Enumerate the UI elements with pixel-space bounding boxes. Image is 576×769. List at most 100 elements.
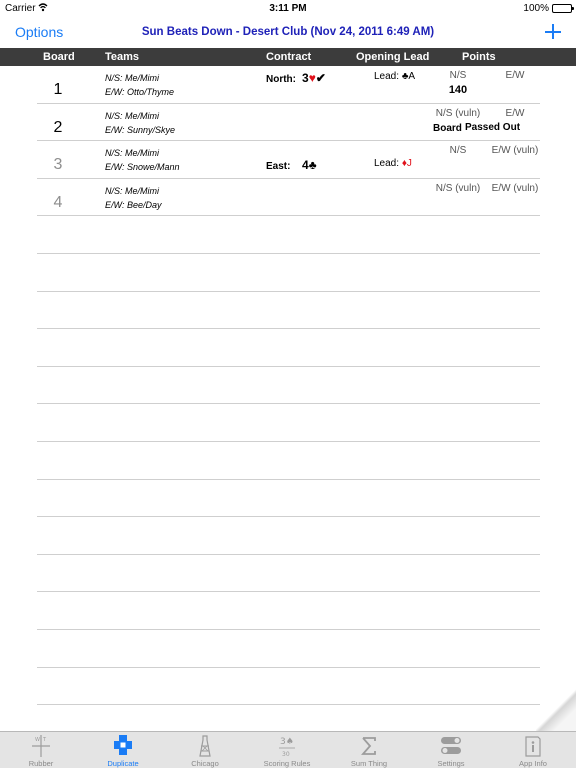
board-number: 3 [51,156,65,174]
teams-cell: N/S: Me/Mimi E/W: Bee/Day [105,184,162,212]
scoring-rules-icon: 3♠ 30 [277,734,297,758]
ns-points: 140 [423,84,493,96]
sigma-icon [359,734,379,758]
contract-level: 3 [302,71,309,85]
rubber-scorepad-icon: W T [31,734,51,758]
svg-text:T: T [42,737,47,743]
plus-icon[interactable] [544,20,562,42]
teams-cell: N/S: Me/Mimi E/W: Sunny/Skye [105,109,175,137]
column-teams: Teams [105,51,139,63]
empty-row [37,329,540,367]
toggle-settings-icon [441,734,461,758]
empty-row [37,668,540,706]
svg-text:W: W [35,737,40,743]
ew-team: E/W: Otto/Thyme [105,85,174,99]
empty-row [37,480,540,518]
tab-scoring-rules[interactable]: 3♠ 30 Scoring Rules [246,732,328,769]
tab-app-info[interactable]: App Info [492,732,574,769]
club-suit-icon: ♣ [309,158,317,172]
checkmark-icon: ✔ [316,71,326,85]
passed-out-note: Passed Out [465,122,545,133]
duplicate-boards-icon [113,734,133,758]
ew-team: E/W: Sunny/Skye [105,123,175,137]
page-curl[interactable] [536,674,576,734]
table-row[interactable]: 2 N/S: Me/Mimi E/W: Sunny/Skye N/S (vuln… [37,104,540,142]
ew-points-header: E/W (vuln) [489,145,541,156]
board-number: 1 [51,81,65,99]
info-icon [523,734,543,758]
table-row[interactable]: 1 N/S: Me/Mimi E/W: Otto/Thyme North:3♥✔… [37,66,540,104]
empty-row [37,254,540,292]
table-row[interactable]: 3 N/S: Me/Mimi E/W: Snowe/Mann East:4♣ L… [37,141,540,179]
status-bar: Carrier 3:11 PM 100% [0,0,576,16]
tab-rubber[interactable]: W T Rubber [0,732,82,769]
lead-label: Lead: [374,158,399,169]
ns-points-header: N/S (vuln) [423,183,493,194]
ew-team: E/W: Snowe/Mann [105,160,180,174]
tab-label: Sum Thing [328,759,410,768]
opening-lead-cell: Lead: ♣A [374,71,415,82]
contract-cell: North:3♥✔ [266,71,326,85]
board-number: 2 [51,119,65,137]
page-title: Sun Beats Down - Desert Club (Nov 24, 20… [0,26,576,38]
board-number: 4 [51,194,65,212]
tab-label: Scoring Rules [246,759,328,768]
lead-card: J [407,158,412,169]
teams-cell: N/S: Me/Mimi E/W: Snowe/Mann [105,146,180,174]
boards-table: 1 N/S: Me/Mimi E/W: Otto/Thyme North:3♥✔… [37,66,540,743]
tab-label: Duplicate [82,759,164,768]
empty-row [37,216,540,254]
contract-cell: East:4♣ [266,158,317,172]
tab-bar: W T Rubber Duplicate Chicago 3♠ 30 S [0,731,576,768]
empty-row [37,292,540,330]
battery-icon [552,4,572,13]
ew-points-header: E/W (vuln) [489,183,541,194]
heart-suit-icon: ♥ [309,71,316,85]
column-header-bar: Board Teams Contract Opening Lead Points [0,48,576,66]
opening-lead-cell: Lead: ♦J [374,158,412,169]
battery-percent: 100% [523,3,549,14]
tab-label: Chicago [164,759,246,768]
empty-row [37,442,540,480]
ns-team: N/S: Me/Mimi [105,184,162,198]
ns-points-header: N/S (vuln) [423,108,493,119]
tab-chicago[interactable]: Chicago [164,732,246,769]
table-row[interactable]: 4 N/S: Me/Mimi E/W: Bee/Day N/S (vuln) E… [37,179,540,217]
ns-points-header: N/S [423,145,493,156]
ew-points-header: E/W [489,70,541,81]
tab-duplicate[interactable]: Duplicate [82,732,164,769]
svg-text:30: 30 [282,751,290,758]
empty-row [37,555,540,593]
chicago-tower-icon [195,734,215,758]
declarer: East: [266,161,302,172]
lead-card: A [408,71,415,82]
board-note: Board [433,123,469,134]
svg-text:3♠: 3♠ [280,737,294,747]
column-points: Points [462,51,496,63]
empty-rows [37,216,540,742]
empty-row [37,404,540,442]
ns-team: N/S: Me/Mimi [105,109,175,123]
tab-settings[interactable]: Settings [410,732,492,769]
clock: 3:11 PM [0,3,576,14]
ew-team: E/W: Bee/Day [105,198,162,212]
column-opening-lead: Opening Lead [356,51,429,63]
empty-row [37,517,540,555]
tab-sum-thing[interactable]: Sum Thing [328,732,410,769]
empty-row [37,592,540,630]
empty-row [37,367,540,405]
navigation-bar: Options Sun Beats Down - Desert Club (No… [0,16,576,48]
tab-label: Rubber [0,759,82,768]
ns-points-header: N/S [423,70,493,81]
ns-team: N/S: Me/Mimi [105,71,174,85]
declarer: North: [266,74,302,85]
ew-points-header: E/W [489,108,541,119]
tab-label: Settings [410,759,492,768]
teams-cell: N/S: Me/Mimi E/W: Otto/Thyme [105,71,174,99]
empty-row [37,630,540,668]
ns-team: N/S: Me/Mimi [105,146,180,160]
column-contract: Contract [266,51,311,63]
column-board: Board [43,51,75,63]
tab-label: App Info [492,759,574,768]
contract-level: 4 [302,158,309,172]
